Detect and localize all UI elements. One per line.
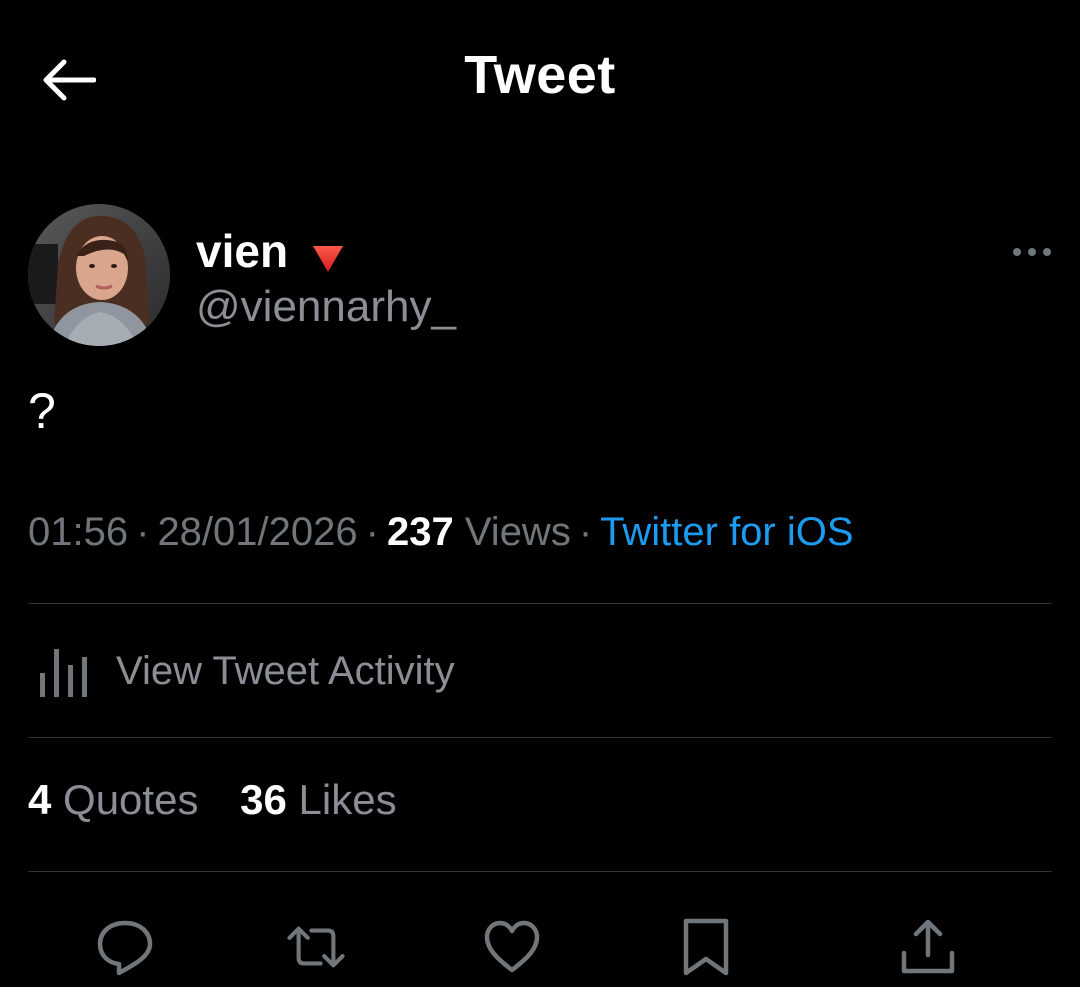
likes-label: Likes [298,776,397,823]
views-label: Views [464,510,571,554]
heart-icon [484,920,540,973]
views-count: 237 [386,510,454,554]
reply-icon [97,920,153,976]
display-name[interactable]: vien [196,224,346,278]
separator: · [365,510,379,554]
likes-count[interactable]: 36 Likes [240,776,396,824]
divider [28,871,1052,872]
view-activity-button[interactable]: View Tweet Activity [28,606,1052,736]
bookmark-button[interactable] [674,915,738,979]
more-horizontal-icon [1013,248,1051,256]
tweet-meta: 01:56 · 28/01/2026 · 237 Views · Twitter for i… [28,510,854,555]
source-link[interactable]: Twitter for iOS [600,510,853,554]
share-button[interactable] [896,915,960,979]
likes-number: 36 [240,776,287,823]
avatar-image [28,204,170,346]
more-options-button[interactable] [1002,234,1052,270]
retweet-icon [287,926,345,968]
tweet-time: 01:56 [28,510,129,554]
bookmark-icon [683,918,729,976]
avatar[interactable] [28,204,170,346]
divider [28,737,1052,738]
separator: · [578,510,593,554]
quotes-count[interactable]: 4 Quotes [28,776,198,824]
user-handle[interactable]: @viennarhy_ [196,282,456,332]
reply-button[interactable] [93,915,157,979]
separator: · [136,510,150,554]
share-icon [901,919,955,974]
tweet-date: 28/01/2026 [157,510,358,554]
tweet-text: ? [28,383,56,439]
quotes-label: Quotes [63,776,199,823]
activity-label: View Tweet Activity [116,648,455,693]
divider [28,603,1052,604]
page-title: Tweet [464,45,616,105]
quotes-number: 4 [28,776,52,823]
retweet-button[interactable] [284,915,348,979]
action-bar [0,905,1080,987]
top-bar: Tweet [0,0,1080,160]
display-name-text: vien [196,225,289,277]
red-triangle-down-icon [310,233,346,272]
like-button[interactable] [480,915,544,979]
engagement-counts: 4 Quotes 36 Likes [28,776,427,824]
bar-chart-icon [40,649,87,697]
tweet-author: vien @viennarhy_ [28,204,1052,348]
